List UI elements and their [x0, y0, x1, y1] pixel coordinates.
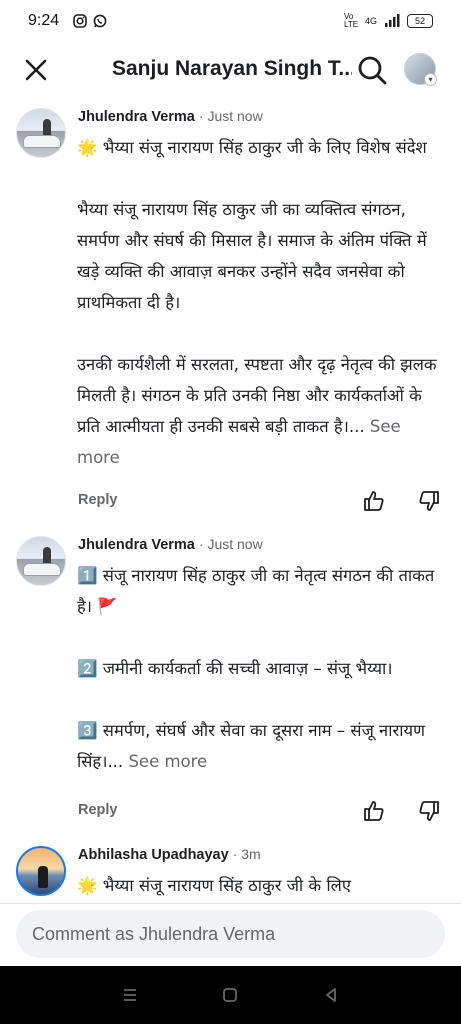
avatar[interactable]: [16, 536, 66, 586]
notification-icons: [73, 14, 107, 28]
comment-text: 1️⃣ संजू नारायण सिंह ठाकुर जी का नेतृत्व…: [77, 560, 447, 777]
like-icon[interactable]: [362, 799, 386, 823]
header: Sanju Narayan Singh T... ▾: [0, 42, 461, 98]
avatar-car: [23, 563, 61, 576]
home-icon[interactable]: [218, 983, 242, 1007]
status-right: Vo LTE 4G 52: [344, 13, 433, 29]
reply-button[interactable]: Reply: [78, 492, 118, 508]
comment-time: · Just now: [198, 108, 263, 124]
avatar[interactable]: [16, 108, 66, 158]
see-more-link[interactable]: See more: [128, 752, 207, 771]
search-icon[interactable]: [356, 54, 388, 86]
author-name[interactable]: Jhulendra Verma: [78, 109, 195, 125]
profile-avatar[interactable]: ▾: [404, 53, 437, 86]
battery-icon: 52: [407, 14, 433, 28]
whatsapp-icon: [93, 14, 107, 28]
comment-time: · 3m: [232, 846, 261, 862]
instagram-icon: [73, 14, 87, 28]
comment-body: 1️⃣ संजू नारायण सिंह ठाकुर जी का नेतृत्व…: [77, 566, 435, 771]
avatar-car: [23, 135, 61, 148]
comments-list: Jhulendra Verma · Just now 🌟 भैय्या संजू…: [0, 98, 461, 904]
avatar[interactable]: [16, 846, 66, 896]
page-title: Sanju Narayan Singh T...: [112, 57, 352, 80]
author-name[interactable]: Abhilasha Upadhayay: [78, 847, 229, 863]
comment-input-placeholder: Comment as Jhulendra Verma: [32, 923, 276, 944]
volte-indicator: Vo LTE: [343, 12, 359, 29]
comment-author[interactable]: Jhulendra Verma · Just now: [78, 536, 263, 553]
back-icon[interactable]: [319, 983, 343, 1007]
author-name[interactable]: Jhulendra Verma: [78, 537, 195, 553]
signal-icon: [385, 14, 400, 27]
menu-icon[interactable]: [118, 983, 142, 1007]
dislike-icon[interactable]: [417, 799, 441, 823]
comment-body: 🌟 भैय्या संजू नारायण सिंह ठाकुर जी के लि…: [77, 876, 351, 895]
battery-level: 52: [414, 16, 425, 26]
system-nav-bar: [0, 966, 461, 1024]
chevron-down-icon: ▾: [424, 73, 437, 86]
dislike-icon[interactable]: [417, 489, 441, 513]
comment-text: 🌟 भैय्या संजू नारायण सिंह ठाकुर जी के लि…: [77, 870, 447, 901]
comment-body: 🌟 भैय्या संजू नारायण सिंह ठाकुर जी के लि…: [77, 138, 437, 436]
comment-time: · Just now: [198, 536, 263, 552]
status-bar: 9:24 Vo LTE 4G 52: [0, 0, 461, 42]
status-time: 9:24: [28, 12, 60, 29]
comment-author[interactable]: Abhilasha Upadhayay · 3m: [78, 846, 261, 863]
comment-input[interactable]: Comment as Jhulendra Verma: [16, 910, 445, 958]
comment-text: 🌟 भैय्या संजू नारायण सिंह ठाकुर जी के लि…: [77, 132, 447, 473]
comment-author[interactable]: Jhulendra Verma · Just now: [78, 108, 263, 125]
reply-button[interactable]: Reply: [78, 802, 118, 818]
close-icon[interactable]: [22, 56, 50, 84]
like-icon[interactable]: [362, 489, 386, 513]
network-type: 4G: [364, 16, 377, 26]
divider: [0, 903, 461, 904]
avatar-person: [38, 866, 48, 888]
